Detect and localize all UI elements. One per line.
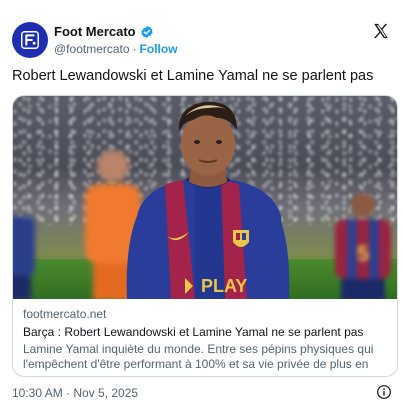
x-logo-icon[interactable] — [372, 22, 390, 40]
main-player-figure: PLAY — [126, 101, 290, 299]
link-description: Lamine Yamal inquiète du monde. Entre se… — [23, 342, 374, 374]
foot-mercato-logo-icon — [21, 31, 39, 49]
separator-dot: · — [132, 42, 137, 56]
tweet-embed-card: Foot Mercato @footmercato · Follow Rober… — [0, 0, 402, 404]
club-crest-icon — [233, 230, 249, 247]
tweet-timestamp[interactable]: 10:30 AM · Nov 5, 2025 — [12, 386, 138, 400]
account-name[interactable]: Foot Mercato — [54, 24, 136, 39]
background-player-left — [13, 216, 35, 299]
link-preview-image[interactable]: 5 PLAY — [13, 96, 397, 299]
svg-text:5: 5 — [357, 241, 369, 266]
account-handle[interactable]: @footmercato — [54, 42, 130, 56]
verified-badge-icon — [141, 25, 153, 38]
info-icon[interactable] — [376, 384, 392, 400]
tweet-text: Robert Lewandowski et Lamine Yamal ne se… — [12, 68, 374, 84]
background-player-right: 5 — [335, 193, 391, 299]
link-domain[interactable]: footmercato.net — [23, 307, 106, 321]
jersey-sponsor-text: PLAY — [201, 276, 247, 296]
account-handle-row: @footmercato · Follow — [54, 42, 178, 56]
account-name-row: Foot Mercato — [54, 24, 154, 39]
account-avatar[interactable] — [12, 22, 48, 58]
link-preview-card[interactable]: 5 PLAY footmercato.net Barça: Robert Le… — [12, 95, 398, 377]
follow-button[interactable]: Follow — [140, 42, 178, 56]
link-title[interactable]: Barça : Robert Lewandowski et Lamine Yam… — [23, 325, 363, 339]
